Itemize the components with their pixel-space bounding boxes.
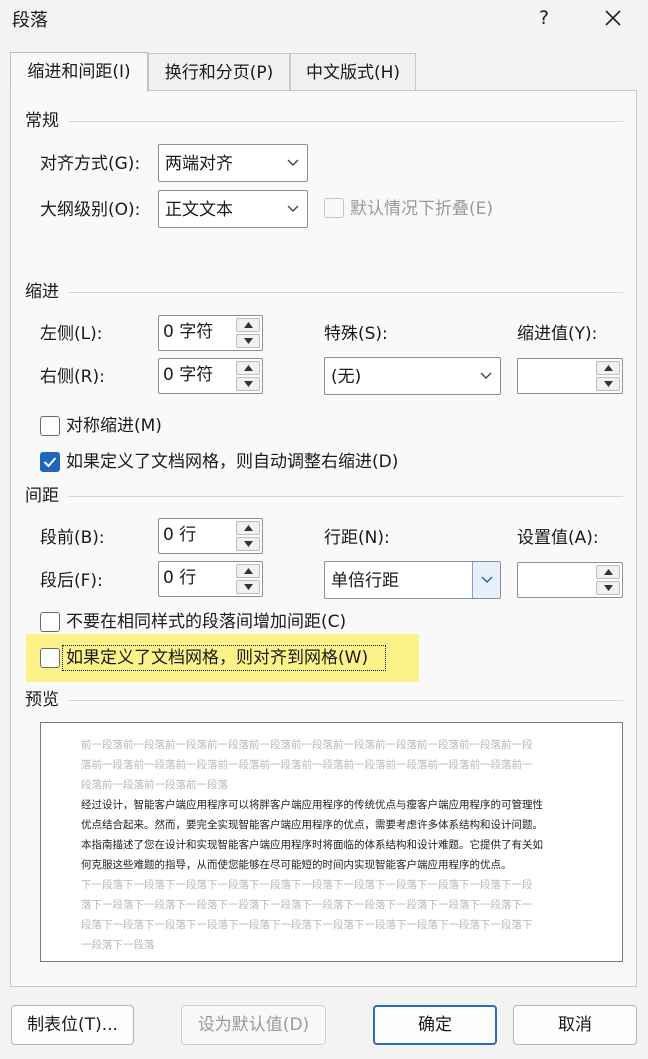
preview-previous-paragraph-line: 落前一段落前一段落前一段落前一段落前一段落前一段落前一段落前一段落前一段落前一段… <box>81 759 533 771</box>
checkmark-icon <box>43 457 57 468</box>
line-spacing-label: 行距(N): <box>324 528 390 548</box>
preview-heading: 预览 <box>25 690 59 710</box>
general-divider <box>68 121 623 122</box>
spin-up-button[interactable] <box>236 318 260 332</box>
mirror-indents-label: 对称缩进(M) <box>66 416 162 436</box>
spin-up-button[interactable] <box>236 564 260 578</box>
mirror-indents-checkbox[interactable] <box>40 416 60 436</box>
preview-pane: 前一段落前一段落前一段落前一段落前一段落前一段落前一段落前一段落前一段落前一段落… <box>40 722 623 962</box>
spin-up-button[interactable] <box>596 361 620 375</box>
special-indent-value: (无) <box>331 367 362 387</box>
spin-down-button[interactable] <box>236 377 260 391</box>
alignment-select[interactable]: 两端对齐 <box>158 144 308 182</box>
chevron-down-icon <box>279 145 307 181</box>
preview-next-paragraph-line: 下一段落下一段落下一段落下一段落下一段落下一段落下一段落下一段落下一段落下一段落… <box>81 879 533 891</box>
triangle-down-icon <box>603 585 613 591</box>
triangle-up-icon <box>603 365 613 371</box>
preview-next-paragraph-line: 一段落下一段落 <box>81 939 155 951</box>
alignment-value: 两端对齐 <box>165 154 233 174</box>
triangle-down-icon <box>243 541 253 547</box>
spin-down-button[interactable] <box>596 377 620 391</box>
triangle-down-icon <box>243 584 253 590</box>
snap-to-grid-label: 如果定义了文档网格，则对齐到网格(W) <box>66 648 369 668</box>
collapse-default-checkbox[interactable] <box>324 198 344 218</box>
chevron-down-icon <box>472 358 500 394</box>
line-spacing-at-stepper[interactable] <box>517 562 623 598</box>
space-after-label: 段后(F): <box>40 571 103 591</box>
general-heading: 常规 <box>25 111 59 131</box>
spin-up-button[interactable] <box>596 565 620 579</box>
outline-level-value: 正文文本 <box>165 200 233 220</box>
space-after-value: 0 行 <box>163 568 197 588</box>
preview-divider <box>68 700 623 701</box>
triangle-up-icon <box>243 365 253 371</box>
indent-right-stepper[interactable]: 0 字符 <box>158 358 263 394</box>
spin-down-button[interactable] <box>596 581 620 595</box>
spin-down-button[interactable] <box>236 537 260 551</box>
space-after-stepper[interactable]: 0 行 <box>158 561 263 597</box>
triangle-up-icon <box>243 322 253 328</box>
spacing-divider <box>68 496 623 497</box>
no-space-same-style-label: 不要在相同样式的段落间增加间距(C) <box>66 612 347 632</box>
indent-left-stepper[interactable]: 0 字符 <box>158 315 263 351</box>
alignment-label: 对齐方式(G): <box>40 154 141 174</box>
triangle-up-icon <box>243 525 253 531</box>
preview-sample-paragraph-line: 何克服这些难题的指导，从而使您能够在尽可能短的时间内实现智能客户端应用程序的优点… <box>81 859 512 871</box>
collapse-default-label: 默认情况下折叠(E) <box>350 199 494 219</box>
spin-up-button[interactable] <box>236 361 260 375</box>
preview-previous-paragraph-line: 前一段落前一段落前一段落前一段落前一段落前一段落前一段落前一段落前一段落前一段落… <box>81 739 533 751</box>
chevron-down-icon <box>472 562 500 598</box>
preview-previous-paragraph-line: 段落前一段落前一段落前一段落 <box>81 779 228 791</box>
outline-level-label: 大纲级别(O): <box>40 200 141 220</box>
indent-divider <box>68 292 623 293</box>
indent-by-stepper[interactable] <box>517 358 623 394</box>
triangle-down-icon <box>243 381 253 387</box>
space-before-label: 段前(B): <box>40 528 105 548</box>
indent-by-label: 缩进值(Y): <box>517 324 598 344</box>
preview-sample-paragraph-line: 经过设计，智能客户端应用程序可以将胖客户端应用程序的传统优点与瘦客户端应用程序的… <box>81 799 543 811</box>
spin-down-button[interactable] <box>236 580 260 594</box>
indent-left-value: 0 字符 <box>163 322 214 342</box>
preview-sample-paragraph-line: 优点结合起来。然而，要完全实现智能客户端应用程序的优点，需要考虑许多体系结构和设… <box>81 819 543 831</box>
indent-right-label: 右侧(R): <box>40 367 105 387</box>
line-spacing-select[interactable]: 单倍行距 <box>324 561 501 599</box>
chevron-down-icon <box>279 191 307 227</box>
triangle-down-icon <box>603 381 613 387</box>
preview-next-paragraph-line: 落下一段落下一段落下一段落下一段落下一段落下一段落下一段落下一段落下一段落下一段… <box>81 899 533 911</box>
outline-level-select[interactable]: 正文文本 <box>158 190 308 228</box>
line-spacing-at-label: 设置值(A): <box>517 528 599 548</box>
snap-to-grid-checkbox[interactable] <box>40 648 60 668</box>
indent-heading: 缩进 <box>25 282 59 302</box>
special-indent-label: 特殊(S): <box>324 324 388 344</box>
triangle-up-icon <box>243 568 253 574</box>
auto-adjust-right-indent-checkbox[interactable] <box>40 452 60 472</box>
preview-sample-paragraph-line: 本指南描述了您在设计和实现智能客户端应用程序时将面临的体系结构和设计难题。它提供… <box>81 839 543 851</box>
spin-down-button[interactable] <box>236 334 260 348</box>
spacing-heading: 间距 <box>25 486 59 506</box>
auto-adjust-right-indent-label: 如果定义了文档网格，则自动调整右缩进(D) <box>66 452 399 472</box>
line-spacing-value: 单倍行距 <box>331 571 399 591</box>
preview-next-paragraph-line: 段落下一段落下一段落下一段落下一段落下一段落下一段落下一段落下一段落下一段落下一… <box>81 919 533 931</box>
indent-left-label: 左侧(L): <box>40 324 103 344</box>
space-before-value: 0 行 <box>163 525 197 545</box>
special-indent-select[interactable]: (无) <box>324 357 501 395</box>
spin-up-button[interactable] <box>236 521 260 535</box>
space-before-stepper[interactable]: 0 行 <box>158 518 263 554</box>
indent-right-value: 0 字符 <box>163 365 214 385</box>
no-space-same-style-checkbox[interactable] <box>40 612 60 632</box>
triangle-up-icon <box>603 569 613 575</box>
triangle-down-icon <box>243 338 253 344</box>
